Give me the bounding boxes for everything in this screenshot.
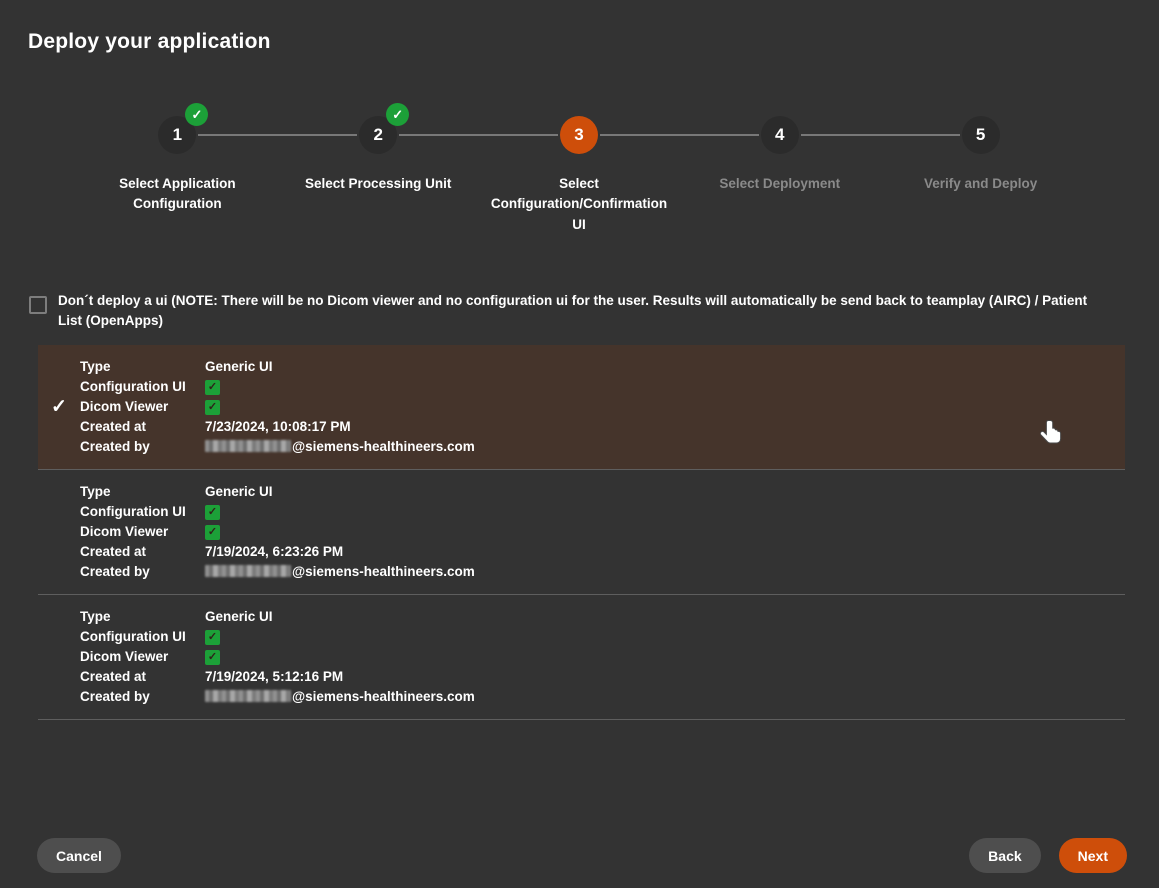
created-at-label: Created at xyxy=(80,544,205,559)
created-by-label: Created by xyxy=(80,439,205,454)
created-at-label: Created at xyxy=(80,419,205,434)
created-at-value: 7/23/2024, 10:08:17 PM xyxy=(205,419,1125,434)
step-2-completed-check-icon: ✓ xyxy=(386,103,409,126)
wizard-footer: Cancel Back Next xyxy=(0,838,1159,873)
dicom-viewer-label: Dicom Viewer xyxy=(80,649,205,664)
back-button[interactable]: Back xyxy=(969,838,1040,873)
dont-deploy-ui-label: Don´t deploy a ui (NOTE: There will be n… xyxy=(58,291,1129,332)
step-5: 5 ✓ Verify and Deploy xyxy=(880,116,1081,235)
type-value: Generic UI xyxy=(205,359,1125,374)
created-at-value: 7/19/2024, 5:12:16 PM xyxy=(205,669,1125,684)
step-5-label: Verify and Deploy xyxy=(924,174,1037,194)
configuration-ui-label: Configuration UI xyxy=(80,379,205,394)
dicom-viewer-checked-icon: ✓ xyxy=(205,650,220,665)
ui-config-item-3[interactable]: ✓ Type Generic UI Configuration UI ✓ Dic… xyxy=(38,595,1125,720)
step-3-label: Select Configuration/Confirmation UI xyxy=(488,174,670,235)
configuration-ui-checked-icon: ✓ xyxy=(205,630,220,645)
type-label: Type xyxy=(80,609,205,624)
dont-deploy-ui-checkbox[interactable] xyxy=(29,296,47,314)
ui-configuration-list: ✓ Type Generic UI Configuration UI ✓ Dic… xyxy=(38,345,1125,720)
configuration-ui-label: Configuration UI xyxy=(80,629,205,644)
ui-config-item-1[interactable]: ✓ Type Generic UI Configuration UI ✓ Dic… xyxy=(38,345,1125,470)
created-by-label: Created by xyxy=(80,564,205,579)
type-value: Generic UI xyxy=(205,484,1125,499)
redacted-username xyxy=(205,440,291,452)
dicom-viewer-checked-icon: ✓ xyxy=(205,400,220,415)
step-4-circle[interactable]: 4 xyxy=(761,116,799,154)
step-1: 1 ✓ Select Application Configuration xyxy=(77,116,278,235)
created-at-value: 7/19/2024, 6:23:26 PM xyxy=(205,544,1125,559)
step-3-circle[interactable]: 3 xyxy=(560,116,598,154)
step-4-label: Select Deployment xyxy=(719,174,840,194)
created-by-label: Created by xyxy=(80,689,205,704)
type-label: Type xyxy=(80,484,205,499)
step-2: 2 ✓ Select Processing Unit xyxy=(278,116,479,235)
wizard-stepper: 1 ✓ Select Application Configuration 2 ✓… xyxy=(77,116,1081,235)
dicom-viewer-label: Dicom Viewer xyxy=(80,399,205,414)
configuration-ui-checked-icon: ✓ xyxy=(205,505,220,520)
step-4: 4 ✓ Select Deployment xyxy=(679,116,880,235)
step-3: 3 ✓ Select Configuration/Confirmation UI xyxy=(479,116,680,235)
created-by-value: @siemens-healthineers.com xyxy=(205,439,1125,454)
created-by-value: @siemens-healthineers.com xyxy=(205,564,1125,579)
configuration-ui-checked-icon: ✓ xyxy=(205,380,220,395)
configuration-ui-label: Configuration UI xyxy=(80,504,205,519)
next-button[interactable]: Next xyxy=(1059,838,1127,873)
dicom-viewer-checked-icon: ✓ xyxy=(205,525,220,540)
step-1-completed-check-icon: ✓ xyxy=(185,103,208,126)
redacted-username xyxy=(205,690,291,702)
dicom-viewer-label: Dicom Viewer xyxy=(80,524,205,539)
redacted-username xyxy=(205,565,291,577)
cancel-button[interactable]: Cancel xyxy=(37,838,121,873)
step-2-label: Select Processing Unit xyxy=(305,174,451,194)
page-title: Deploy your application xyxy=(28,30,1159,54)
selected-check-icon: ✓ xyxy=(51,395,67,418)
ui-config-item-2[interactable]: ✓ Type Generic UI Configuration UI ✓ Dic… xyxy=(38,470,1125,595)
created-at-label: Created at xyxy=(80,669,205,684)
type-label: Type xyxy=(80,359,205,374)
type-value: Generic UI xyxy=(205,609,1125,624)
step-1-label: Select Application Configuration xyxy=(86,174,268,215)
dont-deploy-ui-option: Don´t deploy a ui (NOTE: There will be n… xyxy=(29,291,1129,332)
step-5-circle[interactable]: 5 xyxy=(962,116,1000,154)
created-by-value: @siemens-healthineers.com xyxy=(205,689,1125,704)
